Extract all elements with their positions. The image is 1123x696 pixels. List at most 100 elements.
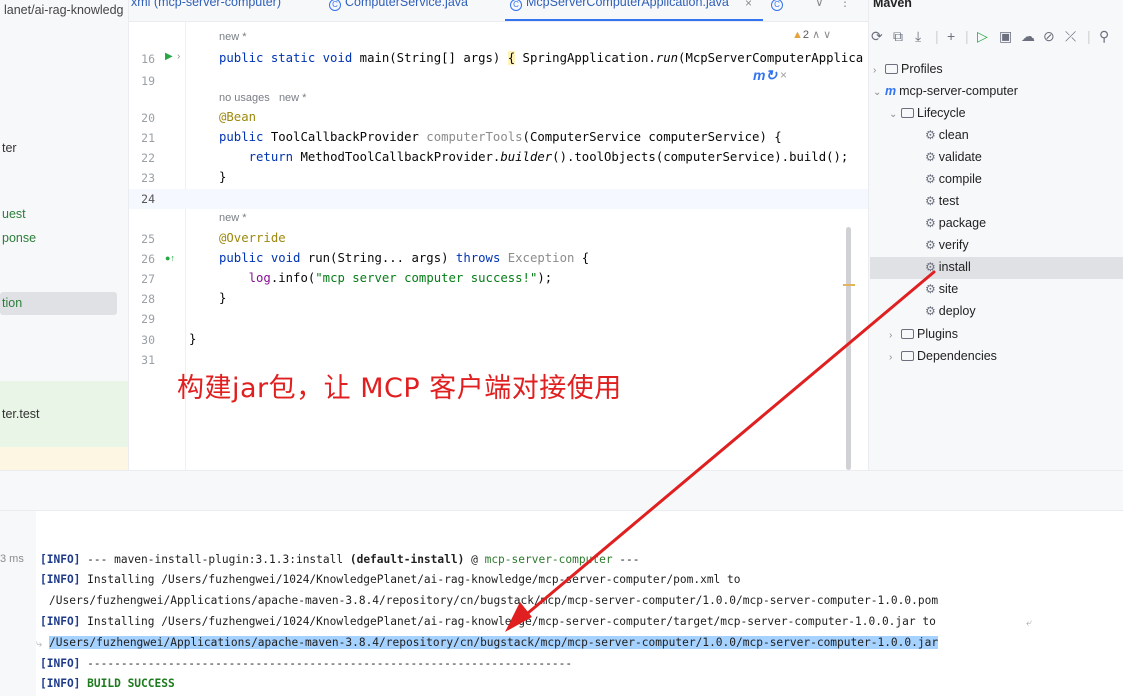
tab-computer-service[interactable]: C ComputerService.java: [329, 0, 468, 11]
generate-sources-icon[interactable]: ⧉: [893, 28, 903, 45]
code-editor[interactable]: ▲2 ∧ ∨ 16 ▶ › 19 20 21 22 23 24 25 26 ●↑…: [129, 22, 868, 470]
chevron-down-icon[interactable]: ∨: [815, 0, 824, 9]
lifecycle-test[interactable]: ⚙ test: [925, 194, 959, 208]
log-level: [INFO]: [40, 657, 81, 670]
tree-label: package: [938, 216, 987, 230]
run-icon[interactable]: ▶: [165, 51, 173, 62]
selected-jar-path[interactable]: /Users/fuzhengwei/Applications/apache-ma…: [49, 636, 939, 649]
skip-tests-icon[interactable]: ⊘: [1043, 28, 1055, 45]
tree-label: Lifecycle: [917, 106, 966, 120]
lifecycle-verify[interactable]: ⚙ verify: [925, 238, 969, 252]
close-icon[interactable]: ×: [745, 0, 752, 10]
lifecycle-deploy[interactable]: ⚙ deploy: [925, 304, 976, 318]
folder-icon: [901, 108, 914, 118]
gear-icon: ⚙: [925, 128, 936, 142]
project-item[interactable]: ter.test: [2, 407, 40, 421]
class-icon: C: [329, 0, 341, 11]
console-gutter: [0, 511, 36, 696]
download-icon[interactable]: ⤓: [915, 28, 921, 45]
log-text: ---: [612, 553, 640, 566]
maven-plugins[interactable]: › Plugins: [889, 327, 958, 341]
log-text: @: [464, 553, 485, 566]
inlay-hint[interactable]: new *: [219, 212, 247, 224]
project-modified-highlight: [0, 447, 128, 470]
chevron-right-icon[interactable]: ›: [177, 51, 180, 62]
chevron-right-icon[interactable]: ›: [873, 65, 885, 76]
maven-dependencies[interactable]: › Dependencies: [889, 349, 997, 363]
log-level: [INFO]: [40, 615, 81, 628]
project-item[interactable]: ter: [2, 141, 17, 155]
code-line-25: @Override: [219, 231, 286, 245]
maven-module-icon: m: [885, 84, 897, 98]
add-icon[interactable]: +: [947, 28, 955, 44]
line-number: 28: [141, 292, 155, 306]
maven-selection-highlight: [870, 257, 1123, 279]
code-token: ToolCallbackProvider: [263, 130, 427, 144]
project-item-selected[interactable]: tion: [2, 296, 22, 310]
warning-count: 2: [802, 29, 810, 41]
log-text: Installing /Users/fuzhengwei/1024/Knowle…: [80, 573, 741, 586]
tree-label: Dependencies: [917, 349, 997, 363]
tab-overflow[interactable]: C: [771, 0, 787, 11]
code-token: {: [574, 251, 590, 265]
maven-profiles[interactable]: › Profiles: [873, 62, 943, 76]
lifecycle-clean[interactable]: ⚙ clean: [925, 128, 969, 142]
more-icon[interactable]: ⋮: [839, 0, 851, 9]
tab-label: xml (mcp-server-computer): [131, 0, 282, 9]
lifecycle-compile[interactable]: ⚙ compile: [925, 172, 982, 186]
lifecycle-validate[interactable]: ⚙ validate: [925, 150, 982, 164]
log-level: [INFO]: [40, 677, 81, 690]
run-console[interactable]: 3 ms [INFO] --- maven-install-plugin:3.1…: [0, 510, 1123, 696]
soft-wrap-icon: ⤷: [36, 638, 43, 650]
run-icon[interactable]: ▷: [977, 28, 988, 45]
folder-icon: [901, 329, 914, 339]
tab-mcp-server-computer-application[interactable]: C McpServerComputerApplication.java: [510, 0, 729, 11]
gear-icon: ⚙: [925, 282, 936, 296]
analyze-icon[interactable]: ⚲: [1099, 28, 1109, 45]
code-token: (McpServerComputerApplica: [678, 51, 864, 65]
nav-arrows-icon[interactable]: ∧ ∨: [812, 29, 831, 41]
project-item[interactable]: ponse: [2, 231, 36, 245]
project-path[interactable]: lanet/ai-rag-knowledg: [4, 3, 124, 17]
tree-label: compile: [938, 172, 982, 186]
tab-pom-xml[interactable]: xml (mcp-server-computer): [131, 0, 281, 9]
code-token: public: [219, 130, 264, 144]
reload-icon[interactable]: ⟳: [871, 28, 883, 45]
tree-label: clean: [938, 128, 969, 142]
run-tool-window-header: [0, 470, 1123, 510]
offline-mode-icon[interactable]: ☁: [1021, 28, 1035, 45]
collapse-icon[interactable]: ⤫: [1065, 28, 1076, 45]
project-item[interactable]: uest: [2, 207, 26, 221]
log-text: Installing /Users/fuzhengwei/1024/Knowle…: [80, 615, 936, 628]
editor-scrollbar[interactable]: [846, 227, 851, 470]
chevron-down-icon[interactable]: ⌄: [873, 87, 885, 98]
execute-goal-icon[interactable]: ▣: [999, 28, 1012, 45]
warning-indicator[interactable]: ▲2 ∧ ∨: [792, 28, 831, 41]
maven-reload-icon[interactable]: m↻: [753, 67, 777, 84]
chevron-down-icon[interactable]: ⌄: [889, 109, 901, 120]
code-token: main(String[] args): [352, 51, 508, 65]
lifecycle-site[interactable]: ⚙ site: [925, 282, 958, 296]
code-token: run: [655, 51, 679, 65]
maven-lifecycle[interactable]: ⌄ Lifecycle: [889, 106, 966, 120]
lifecycle-package[interactable]: ⚙ package: [925, 216, 986, 230]
code-token: throws: [455, 251, 501, 265]
close-icon[interactable]: ×: [780, 68, 787, 82]
tree-label: mcp-server-computer: [899, 84, 1018, 98]
inlay-hint-usages: no usages: [219, 92, 270, 104]
maven-project[interactable]: ⌄ m mcp-server-computer: [873, 84, 1018, 98]
console-line-selected[interactable]: /Users/fuzhengwei/Applications/apache-ma…: [49, 636, 939, 649]
lifecycle-install[interactable]: ⚙ install: [925, 260, 971, 274]
inlay-hint[interactable]: no usages new *: [219, 92, 306, 104]
override-icon[interactable]: ●↑: [165, 253, 175, 263]
code-line-21: public ToolCallbackProvider computerTool…: [219, 130, 782, 144]
inlay-hint[interactable]: new *: [219, 31, 247, 43]
console-line: [INFO] BUILD SUCCESS: [40, 677, 175, 690]
gear-icon: ⚙: [925, 216, 936, 230]
folder-icon: [885, 64, 898, 74]
line-number: 24: [141, 192, 155, 206]
chevron-right-icon[interactable]: ›: [889, 352, 901, 363]
tab-label: McpServerComputerApplication.java: [526, 0, 729, 9]
code-token: (ComputerService computerService) {: [522, 130, 782, 144]
chevron-right-icon[interactable]: ›: [889, 330, 901, 341]
